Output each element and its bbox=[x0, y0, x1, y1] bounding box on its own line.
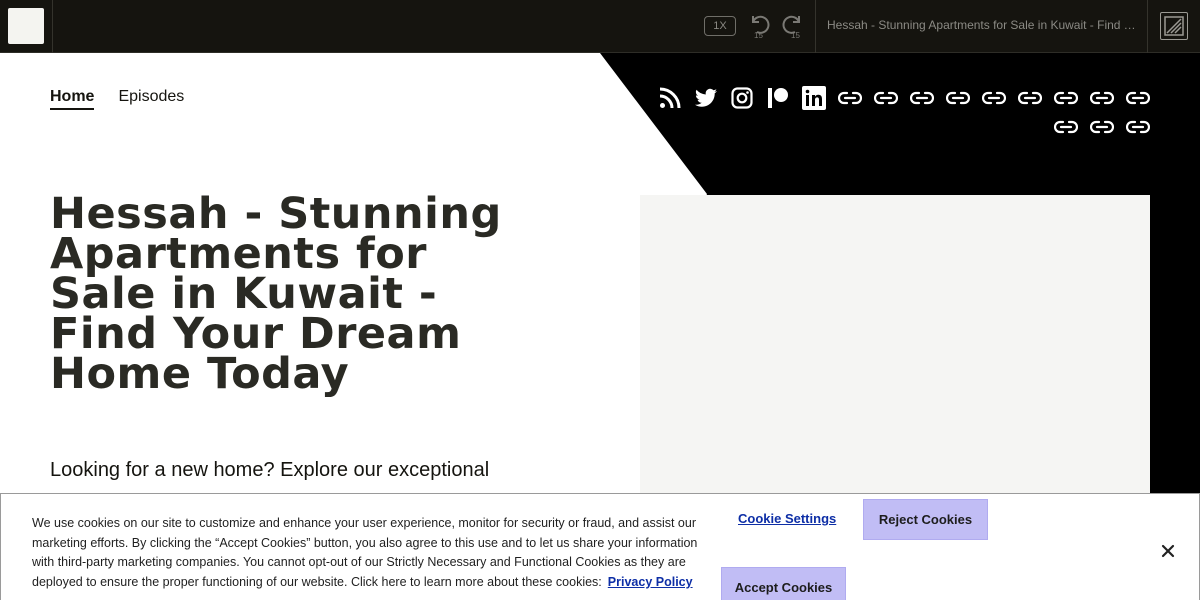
social-links bbox=[650, 85, 1150, 139]
skip-forward-button[interactable]: 15 bbox=[780, 13, 804, 40]
link-icon[interactable] bbox=[982, 85, 1006, 110]
cookie-notice-body: We use cookies on our site to customize … bbox=[32, 516, 698, 589]
page-title: Hessah - Stunning Apartments for Sale in… bbox=[50, 189, 502, 399]
close-banner-button[interactable] bbox=[1158, 541, 1178, 561]
main-navigation: Home Episodes bbox=[50, 88, 184, 110]
divider bbox=[52, 0, 53, 53]
episode-embed-placeholder bbox=[640, 195, 1150, 495]
player-episode-title: Hessah - Stunning Apartments for Sale in… bbox=[827, 18, 1139, 32]
cookie-banner: We use cookies on our site to customize … bbox=[0, 493, 1200, 600]
brand-icon bbox=[1164, 16, 1184, 36]
nav-home[interactable]: Home bbox=[50, 88, 95, 110]
close-icon bbox=[1161, 544, 1175, 558]
cookie-notice-text: We use cookies on our site to customize … bbox=[32, 514, 722, 592]
playback-speed-button[interactable]: 1X bbox=[704, 16, 736, 36]
skip-back-button[interactable]: 15 bbox=[748, 13, 772, 40]
cookie-settings-link[interactable]: Cookie Settings bbox=[738, 511, 836, 526]
linkedin-icon[interactable] bbox=[802, 85, 826, 110]
link-icon[interactable] bbox=[946, 85, 970, 110]
instagram-icon[interactable] bbox=[730, 85, 754, 110]
link-icon[interactable] bbox=[1126, 85, 1150, 110]
divider bbox=[1147, 0, 1148, 53]
link-icon[interactable] bbox=[838, 85, 862, 110]
podcast-logo[interactable] bbox=[1160, 12, 1188, 40]
twitter-icon[interactable] bbox=[694, 85, 718, 110]
link-icon[interactable] bbox=[1054, 114, 1078, 139]
svg-text:15: 15 bbox=[791, 31, 800, 39]
link-icon[interactable] bbox=[1090, 85, 1114, 110]
hero-description: Looking for a new home? Explore our exce… bbox=[50, 459, 490, 481]
rss-icon[interactable] bbox=[658, 85, 682, 110]
patreon-icon[interactable] bbox=[766, 85, 790, 110]
link-icon[interactable] bbox=[910, 85, 934, 110]
link-icon[interactable] bbox=[1018, 85, 1042, 110]
link-icon[interactable] bbox=[1126, 114, 1150, 139]
link-icon[interactable] bbox=[874, 85, 898, 110]
fast-forward-icon: 15 bbox=[782, 15, 800, 40]
accept-cookies-button[interactable]: Accept Cookies bbox=[721, 567, 846, 600]
privacy-policy-link[interactable]: Privacy Policy bbox=[608, 575, 693, 589]
reject-cookies-button[interactable]: Reject Cookies bbox=[863, 499, 988, 540]
link-icon[interactable] bbox=[1090, 114, 1114, 139]
episode-artwork[interactable] bbox=[8, 8, 44, 44]
nav-episodes[interactable]: Episodes bbox=[118, 88, 184, 110]
podcast-player-bar: 1X 15 15 Hessah - Stunning Apartments fo… bbox=[0, 0, 1200, 53]
divider bbox=[815, 0, 816, 53]
link-icon[interactable] bbox=[1054, 85, 1078, 110]
svg-text:15: 15 bbox=[754, 31, 763, 39]
rewind-icon: 15 bbox=[752, 15, 770, 40]
